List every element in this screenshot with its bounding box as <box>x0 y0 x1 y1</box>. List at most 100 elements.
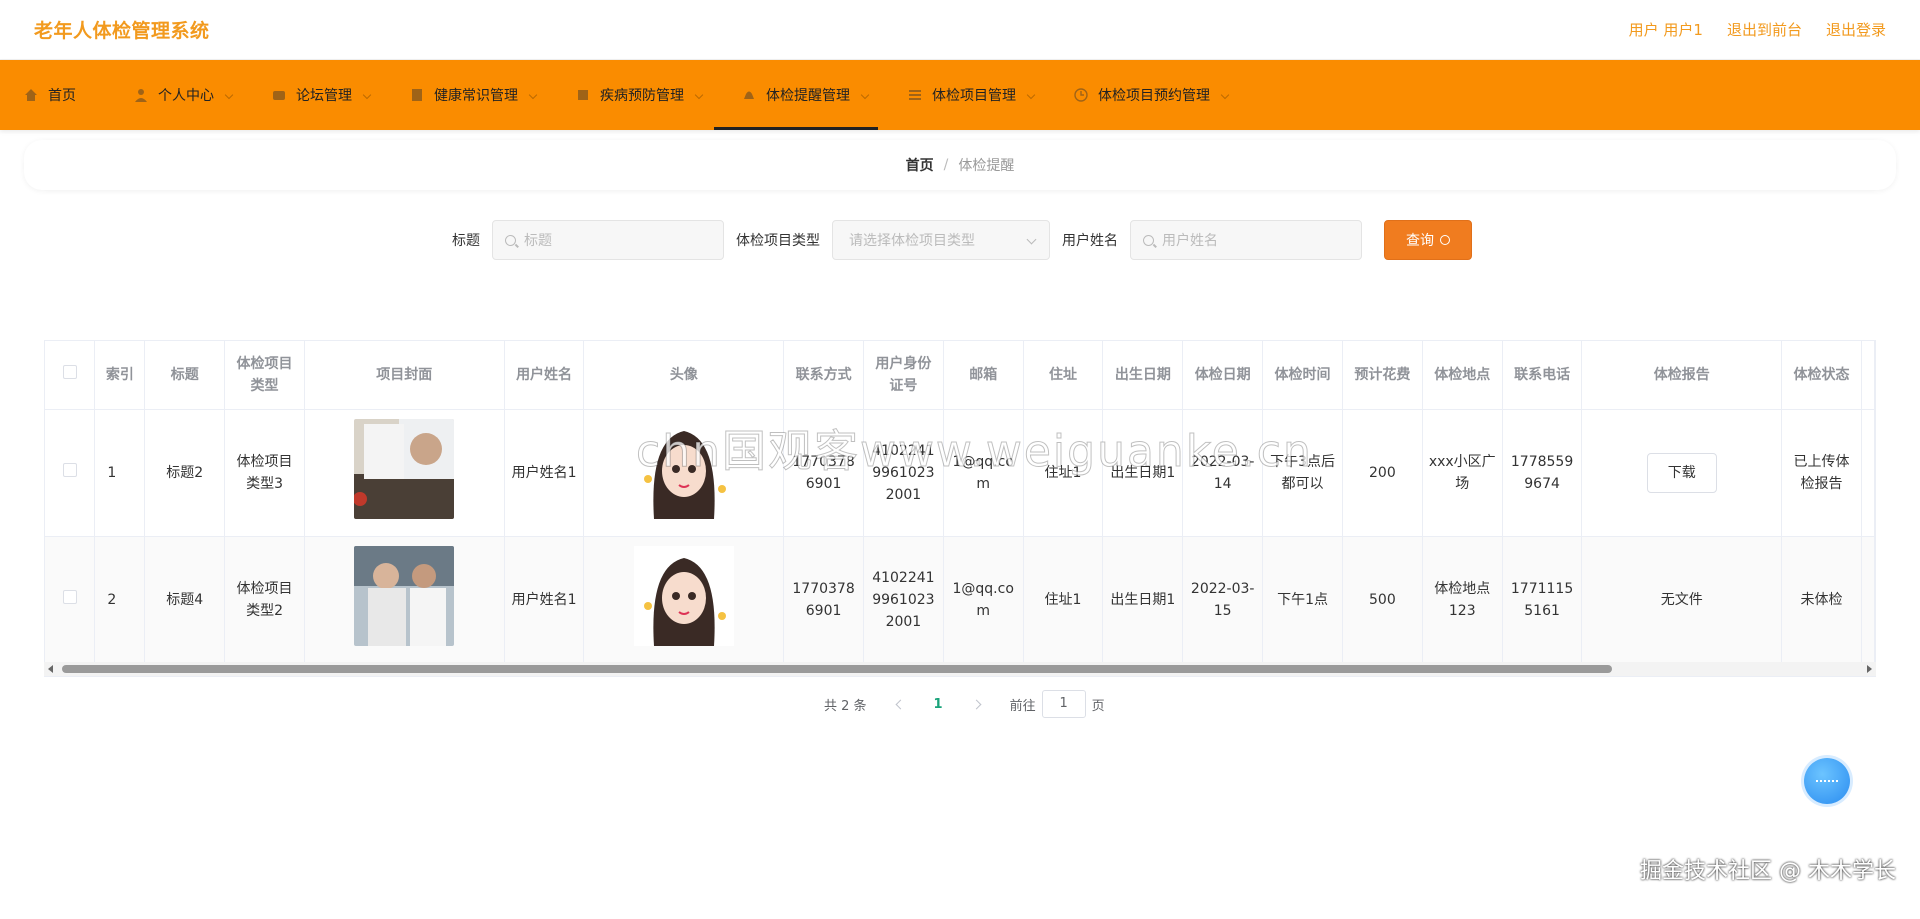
nav-item-disease-prevention[interactable]: 疾病预防管理 <box>572 60 712 130</box>
chevron-down-icon <box>694 90 704 100</box>
floating-action-button[interactable] <box>1804 758 1850 804</box>
logout-link[interactable]: 退出登录 <box>1826 19 1886 40</box>
column-header: 预计花费 <box>1342 341 1423 410</box>
column-header-spacer <box>1861 341 1875 410</box>
column-header: 体检时间 <box>1262 341 1343 410</box>
phone-cell: 17703786901 <box>783 536 864 664</box>
type-select[interactable]: 请选择体检项目类型 <box>832 220 1050 260</box>
user-icon <box>135 89 147 102</box>
home-icon <box>25 89 37 101</box>
goto-page-input[interactable]: 1 <box>1041 690 1086 718</box>
nav-label: 论坛管理 <box>296 88 352 104</box>
page-suffix: 页 <box>1091 698 1105 714</box>
type-placeholder: 请选择体检项目类型 <box>849 233 975 249</box>
search-form: 标题 标题 体检项目类型 请选择体检项目类型 用户姓名 用户姓名 查询 <box>452 220 1472 260</box>
horizontal-scrollbar[interactable] <box>44 662 1876 676</box>
tel-cell: 17785599674 <box>1502 409 1583 537</box>
table-header-row: 索引 标题 体检项目类型 项目封面 用户姓名 头像 联系方式 用户身份证号 邮箱… <box>45 341 1875 410</box>
app-title: 老年人体检管理系统 <box>34 20 210 42</box>
row-checkbox[interactable] <box>62 589 77 604</box>
report-cell: 无文件 <box>1581 536 1783 664</box>
download-button[interactable]: 下载 <box>1646 452 1717 493</box>
column-header: 体检项目类型 <box>224 341 305 410</box>
breadcrumb: 首页 / 体检提醒 <box>24 140 1896 190</box>
avatar[interactable] <box>633 546 734 646</box>
nav-label: 体检项目预约管理 <box>1098 88 1210 104</box>
prev-page-icon[interactable] <box>895 699 905 709</box>
column-header: 体检报告 <box>1581 341 1783 410</box>
user-name-cell: 用户姓名1 <box>504 536 585 664</box>
clock-icon <box>1074 88 1088 102</box>
nav-item-health-knowledge[interactable]: 健康常识管理 <box>406 60 546 130</box>
index-cell: 2 <box>94 536 146 664</box>
index-cell: 1 <box>94 409 146 537</box>
idcard-cell: 410224199610232001 <box>863 536 944 664</box>
column-header: 邮箱 <box>943 341 1024 410</box>
user-name-cell: 用户姓名1 <box>504 409 585 537</box>
total-count: 共 2 条 <box>824 698 867 714</box>
nav-item-forum[interactable]: 论坛管理 <box>268 60 380 130</box>
cover-image[interactable] <box>354 419 455 519</box>
top-header: 老年人体检管理系统 用户 用户1 退出到前台 退出登录 <box>0 0 1920 60</box>
type-label: 体检项目类型 <box>736 233 820 249</box>
user-label[interactable]: 用户 用户1 <box>1629 19 1703 40</box>
email-cell: 1@qq.com <box>943 536 1024 664</box>
select-all-checkbox[interactable] <box>62 364 77 379</box>
page-number[interactable]: 1 <box>934 697 943 712</box>
search-icon <box>1143 234 1154 246</box>
pagination: 共 2 条 1 前往 1 页 <box>824 690 1105 718</box>
nav-item-checkup-booking[interactable]: 体检项目预约管理 <box>1070 60 1238 130</box>
forum-icon <box>273 91 285 100</box>
next-page-icon[interactable] <box>971 699 982 709</box>
nav-label: 个人中心 <box>158 88 214 104</box>
scroll-right-icon[interactable] <box>1867 665 1872 673</box>
back-to-front-link[interactable]: 退出到前台 <box>1727 19 1802 40</box>
header-links: 用户 用户1 退出到前台 退出登录 <box>1629 19 1886 40</box>
bell-icon <box>744 91 754 99</box>
type-cell: 体检项目类型3 <box>224 409 305 537</box>
nav-label: 疾病预防管理 <box>600 88 684 104</box>
select-all-cell <box>45 341 96 410</box>
nav-item-checkup-items[interactable]: 体检项目管理 <box>904 60 1044 130</box>
list-icon <box>909 90 921 100</box>
scroll-left-icon[interactable] <box>48 665 53 673</box>
column-header: 出生日期 <box>1102 341 1184 410</box>
cover-cell <box>304 409 505 537</box>
search-icon <box>505 234 516 246</box>
menu-dots-icon <box>1816 780 1838 782</box>
nav-label: 体检提醒管理 <box>766 88 850 104</box>
nav-item-home[interactable]: 首页 <box>20 60 104 130</box>
name-search-input[interactable]: 用户姓名 <box>1130 220 1362 260</box>
chevron-down-icon <box>224 90 234 100</box>
query-button-label: 查询 <box>1406 233 1434 249</box>
scrollbar-thumb[interactable] <box>62 665 1612 673</box>
type-cell: 体检项目类型2 <box>224 536 305 664</box>
breadcrumb-home[interactable]: 首页 <box>906 155 934 175</box>
cover-image[interactable] <box>354 546 455 646</box>
column-header: 联系方式 <box>783 341 864 410</box>
chevron-down-icon <box>528 90 538 100</box>
column-header: 联系电话 <box>1502 341 1583 410</box>
column-header: 标题 <box>144 341 226 410</box>
time-cell: 下午1点 <box>1262 536 1343 664</box>
chevron-down-icon <box>1220 90 1230 100</box>
title-cell: 标题4 <box>144 536 226 664</box>
query-button[interactable]: 查询 <box>1384 220 1472 260</box>
place-cell: xxx小区广场 <box>1422 409 1503 537</box>
status-cell: 已上传体检报告 <box>1781 409 1862 537</box>
place-cell: 体检地点123 <box>1422 536 1503 664</box>
column-header: 体检状态 <box>1781 341 1862 410</box>
row-checkbox[interactable] <box>62 462 77 477</box>
center-watermark: chn国观客www.weiguanke.cn <box>636 426 1313 478</box>
status-cell: 未体检 <box>1781 536 1862 664</box>
corner-watermark: 掘金技术社区 @ 木木学长 <box>1640 859 1896 884</box>
title-placeholder: 标题 <box>524 233 552 249</box>
nav-item-personal-center[interactable]: 个人中心 <box>130 60 242 130</box>
tel-cell: 17711155161 <box>1502 536 1583 664</box>
data-table: 索引 标题 体检项目类型 项目封面 用户姓名 头像 联系方式 用户身份证号 邮箱… <box>44 340 1876 677</box>
nav-item-checkup-reminder[interactable]: 体检提醒管理 <box>714 60 878 130</box>
goto-label: 前往 <box>1009 698 1036 714</box>
title-label: 标题 <box>452 233 480 249</box>
title-search-input[interactable]: 标题 <box>492 220 724 260</box>
nav-label: 健康常识管理 <box>434 88 518 104</box>
